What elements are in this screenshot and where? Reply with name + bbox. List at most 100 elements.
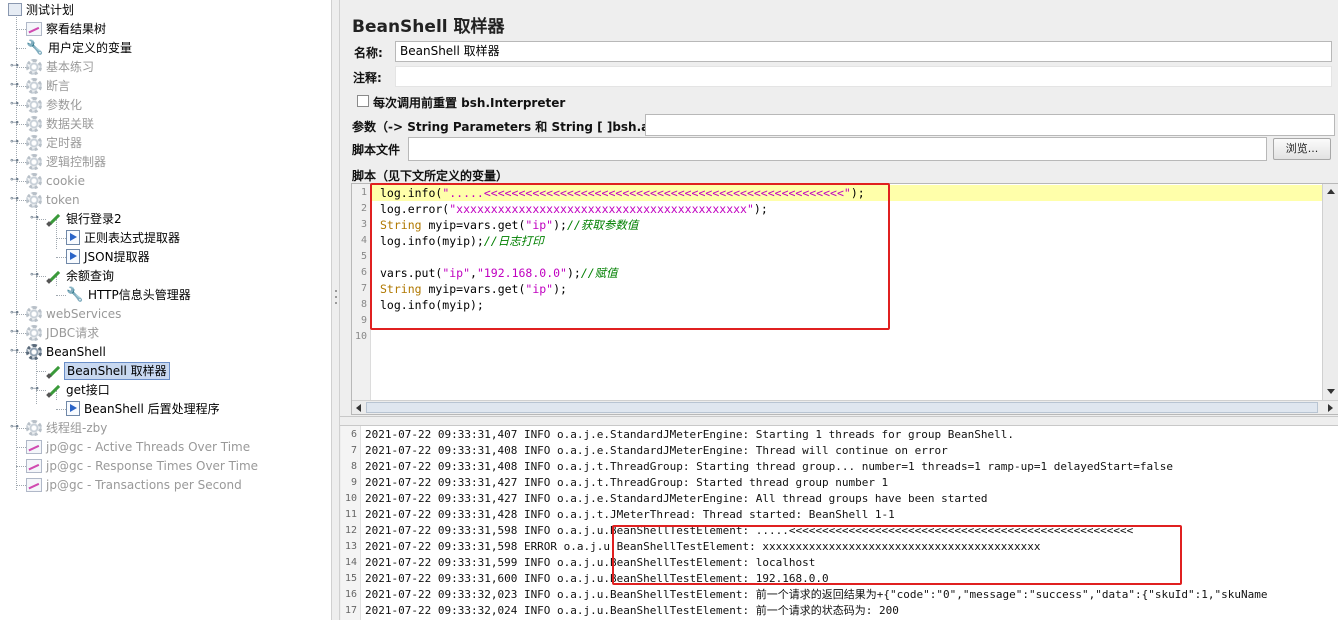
tree-item[interactable]: 断言 — [26, 76, 72, 95]
tree-item[interactable]: BeanShell 后置处理程序 — [66, 399, 222, 418]
gear-icon — [26, 96, 42, 113]
tree-item-label: 察看结果树 — [46, 21, 107, 36]
tree-item-label: 断言 — [46, 78, 71, 93]
tree-expand-toggle[interactable]: ⊶ — [10, 81, 19, 90]
tree-item[interactable]: 🔧 HTTP信息头管理器 — [66, 285, 193, 304]
browse-button[interactable]: 浏览... — [1273, 138, 1331, 160]
gear-icon — [26, 134, 42, 151]
log-line-number: 9 — [350, 477, 357, 488]
tree-item[interactable]: 🔧 用户定义的变量 — [26, 38, 134, 57]
tree-item-label: jp@gc - Active Threads Over Time — [46, 439, 251, 454]
gear-icon — [26, 343, 42, 360]
pipette-icon — [46, 363, 62, 379]
tree-item[interactable]: 参数化 — [26, 95, 84, 114]
log-line-number: 16 — [344, 589, 357, 600]
tree-expand-toggle[interactable]: ⊶ — [10, 100, 19, 109]
tree-item[interactable]: get接口 — [46, 380, 112, 399]
tree-connector-line — [16, 48, 26, 49]
tree-item-label: 逻辑控制器 — [46, 154, 107, 169]
tree-expand-toggle[interactable]: ⊶ — [10, 195, 19, 204]
test-plan-tree[interactable]: 测试计划察看结果树 🔧 用户定义的变量 ⊶ 基本练习 ⊶ 断言 ⊶ 参数化 ⊶ 数据关联 ⊶ 定时器 ⊶ 逻… — [0, 0, 331, 620]
gear-icon — [26, 191, 42, 208]
gear-icon — [26, 305, 42, 322]
tree-item[interactable]: cookie — [26, 171, 87, 190]
log-line: 2021-07-22 09:33:31,408 INFO o.a.j.t.Thr… — [365, 460, 1173, 473]
chart-icon — [26, 439, 42, 454]
tree-connector-line — [16, 447, 26, 448]
tree-item[interactable]: JSON提取器 — [66, 247, 152, 266]
tree-item-label: 基本练习 — [46, 59, 95, 74]
tree-connector-line — [56, 295, 66, 296]
editor-scroll-thumb[interactable] — [366, 402, 1318, 413]
pipette-icon — [46, 211, 62, 227]
test-plan-icon — [8, 3, 22, 16]
name-label: 名称: — [354, 46, 383, 60]
log-line-gutter: 6 7 8 9 10 11 12 13 14 15 16 17 — [341, 426, 361, 620]
tree-item[interactable]: token — [26, 190, 82, 209]
tree-connector-line — [56, 409, 66, 410]
log-highlight-box — [612, 525, 1182, 585]
tree-item[interactable]: BeanShell — [26, 342, 108, 361]
tree-item[interactable]: 数据关联 — [26, 114, 96, 133]
tree-item-label: get接口 — [66, 382, 110, 397]
postprocessor-icon — [66, 230, 80, 245]
tree-expand-toggle[interactable]: ⊶ — [10, 119, 19, 128]
tree-expand-toggle[interactable]: ⊶ — [10, 62, 19, 71]
log-splitter[interactable] — [340, 416, 1338, 426]
postprocessor-icon — [66, 249, 80, 264]
comment-field[interactable] — [395, 66, 1332, 87]
tree-expand-toggle[interactable]: ⊶ — [10, 347, 19, 356]
log-line: 2021-07-22 09:33:31,427 INFO o.a.j.t.Thr… — [365, 476, 889, 489]
tree-item-label: webServices — [46, 306, 122, 321]
tree-expand-toggle[interactable]: ⊶ — [10, 328, 19, 337]
log-viewer[interactable]: 6 7 8 9 10 11 12 13 14 15 16 17 2021-07-22 09:33:31… — [341, 426, 1338, 620]
parameters-field[interactable] — [645, 114, 1335, 136]
tree-expand-toggle[interactable]: ⊶ — [30, 385, 39, 394]
tree-item-label: BeanShell 后置处理程序 — [84, 401, 220, 416]
tree-item[interactable]: jp@gc - Transactions per Second — [26, 475, 244, 494]
tree-item-label: 正则表达式提取器 — [84, 230, 181, 245]
script-file-field[interactable] — [408, 137, 1267, 161]
tree-item[interactable]: 逻辑控制器 — [26, 152, 108, 171]
log-line-number: 12 — [344, 525, 357, 536]
reset-interpreter-checkbox[interactable] — [357, 95, 369, 107]
line-number-gutter: 1 2 3 4 5 6 7 8 9 10 — [352, 184, 371, 400]
reset-interpreter-label: 每次调用前重置 bsh.Interpreter — [373, 96, 566, 110]
tree-expand-toggle[interactable]: ⊶ — [10, 157, 19, 166]
tree-item[interactable]: jp@gc - Response Times Over Time — [26, 456, 260, 475]
tree-item[interactable]: JDBC请求 — [26, 323, 101, 342]
tree-item[interactable]: BeanShell 取样器 — [46, 361, 170, 380]
page-title: BeanShell 取样器 — [352, 17, 505, 37]
tree-item[interactable]: 正则表达式提取器 — [66, 228, 182, 247]
tree-expand-toggle[interactable]: ⊶ — [10, 423, 19, 432]
tree-item[interactable]: 银行登录2 — [46, 209, 124, 228]
panel-splitter[interactable] — [331, 0, 340, 620]
tree-expand-toggle[interactable]: ⊶ — [10, 138, 19, 147]
gear-icon — [26, 115, 42, 132]
postprocessor-icon — [66, 401, 80, 416]
name-field[interactable]: BeanShell 取样器 — [395, 41, 1332, 62]
tree-expand-toggle[interactable]: ⊶ — [10, 176, 19, 185]
tree-item[interactable]: 定时器 — [26, 133, 84, 152]
line-number: 6 — [360, 267, 367, 278]
line-number: 2 — [360, 203, 367, 214]
tree-expand-toggle[interactable]: ⊶ — [30, 271, 39, 280]
tree-expand-toggle[interactable]: ⊶ — [30, 214, 39, 223]
editor-horizontal-scrollbar[interactable] — [352, 400, 1338, 414]
tree-connector-line — [16, 485, 26, 486]
tree-item[interactable]: jp@gc - Active Threads Over Time — [26, 437, 252, 456]
tree-item[interactable]: 察看结果树 — [26, 19, 108, 38]
log-line-number: 10 — [344, 493, 357, 504]
tree-expand-toggle[interactable]: ⊶ — [10, 309, 19, 318]
line-number: 10 — [354, 331, 367, 342]
tree-connector-line — [16, 466, 26, 467]
tree-item[interactable]: 线程组-zby — [26, 418, 109, 437]
tree-item[interactable]: 基本练习 — [26, 57, 96, 76]
line-number: 9 — [360, 315, 367, 326]
tree-item[interactable]: 余额查询 — [46, 266, 116, 285]
tree-item-label: BeanShell 取样器 — [64, 361, 170, 380]
editor-vertical-scrollbar[interactable] — [1322, 184, 1338, 400]
gear-icon — [26, 324, 42, 341]
tree-item[interactable]: webServices — [26, 304, 123, 323]
tree-item[interactable]: 测试计划 — [8, 0, 76, 19]
